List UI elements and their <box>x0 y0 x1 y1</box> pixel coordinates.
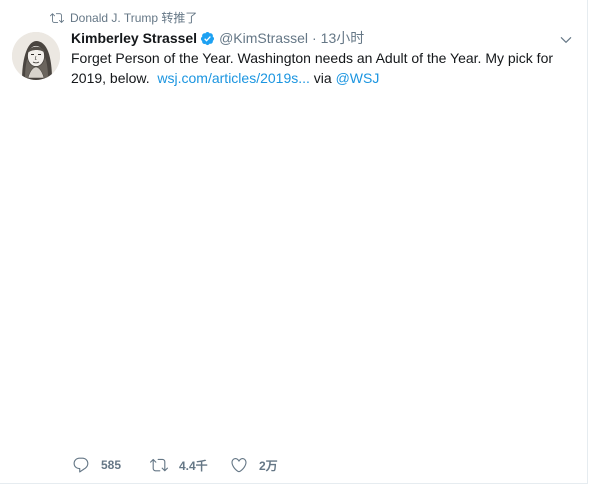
via-label: via <box>313 70 332 86</box>
author-handle[interactable]: @KimStrassel <box>219 29 308 47</box>
retweet-icon <box>50 12 64 23</box>
tweet-card[interactable]: Donald J. Trump 转推了 Kimberley Strassel @… <box>0 0 588 484</box>
reply-button[interactable]: 585 <box>72 456 150 474</box>
heart-icon <box>231 458 247 473</box>
tweet-header: Kimberley Strassel @KimStrassel · 13小时 <box>71 29 364 47</box>
avatar[interactable] <box>12 32 60 80</box>
verified-badge-icon <box>201 31 215 45</box>
retweet-icon <box>150 458 168 472</box>
mention-link[interactable]: @WSJ <box>336 70 380 86</box>
tweet-text: Forget Person of the Year. Washington ne… <box>71 48 571 88</box>
avatar-portrait-image <box>12 32 60 80</box>
retweet-context: Donald J. Trump 转推了 <box>50 9 197 26</box>
like-button[interactable]: 2万 <box>230 456 310 474</box>
retweet-button[interactable]: 4.4千 <box>150 456 230 474</box>
author-name[interactable]: Kimberley Strassel <box>71 29 197 47</box>
chevron-down-icon[interactable] <box>559 33 573 47</box>
tweet-body-text: Forget Person of the Year. Washington ne… <box>71 50 554 86</box>
reply-count: 585 <box>101 458 122 472</box>
tweet-timestamp[interactable]: 13小时 <box>321 29 365 47</box>
article-link[interactable]: wsj.com/articles/2019s... <box>157 70 310 86</box>
retweet-context-label[interactable]: Donald J. Trump 转推了 <box>70 9 197 26</box>
tweet-actions: 585 4.4千 2万 <box>72 456 310 474</box>
reply-icon <box>73 457 89 473</box>
header-separator: · <box>311 30 317 46</box>
like-count: 2万 <box>259 458 278 473</box>
retweet-count: 4.4千 <box>179 458 208 473</box>
